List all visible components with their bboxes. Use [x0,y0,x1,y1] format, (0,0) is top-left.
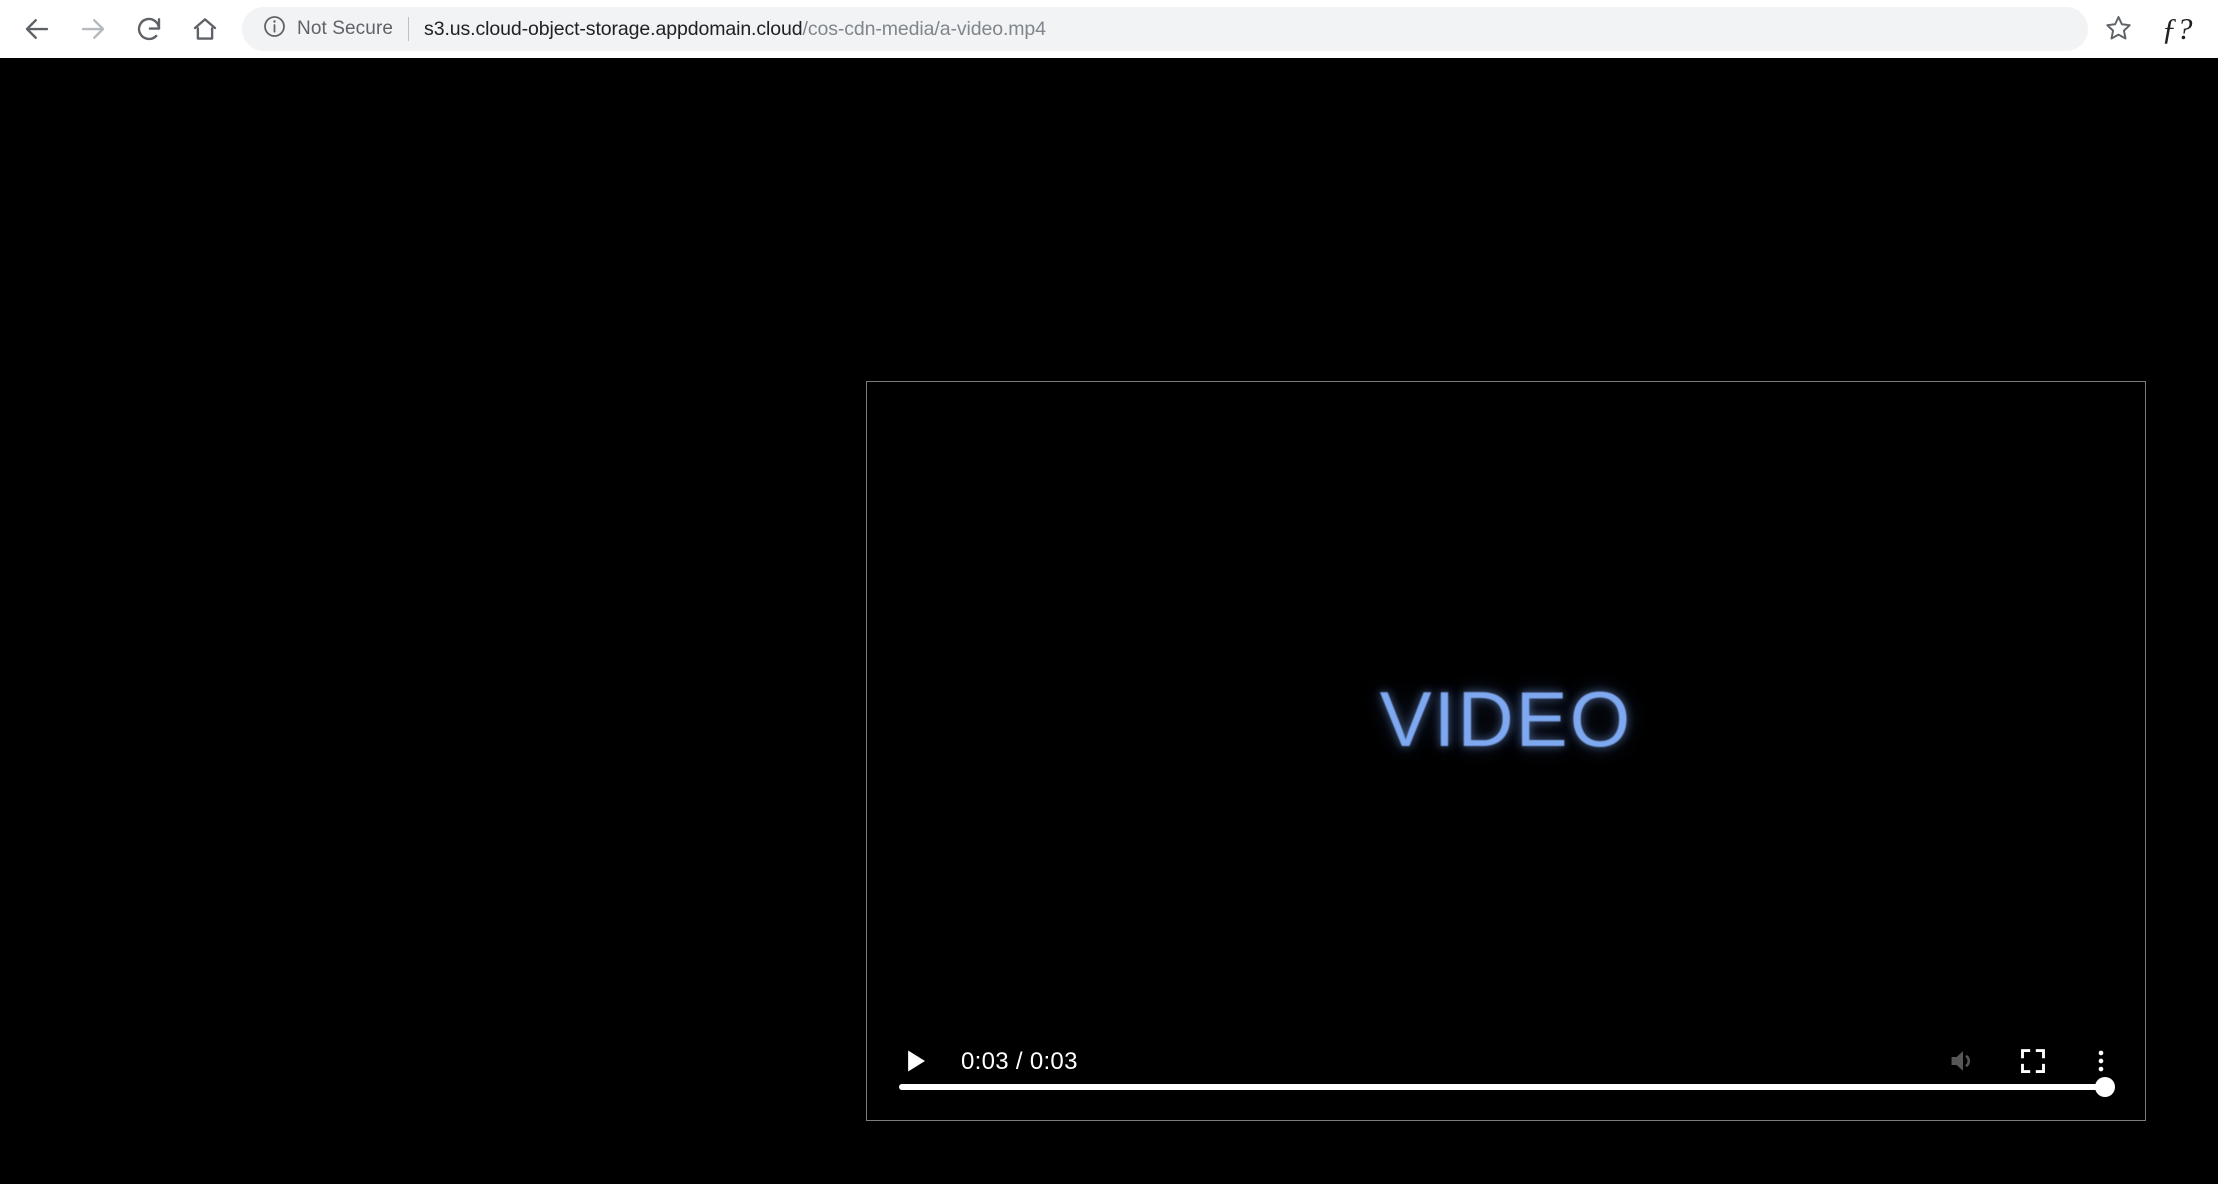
seek-slider[interactable] [899,1077,2115,1097]
video-frame-title: VIDEO [1379,675,1633,763]
time-display: 0:03 / 0:03 [961,1048,1078,1075]
reload-button[interactable] [126,6,172,52]
info-circle-icon [262,14,287,44]
reload-icon [134,14,164,44]
seek-thumb[interactable] [2095,1077,2115,1097]
omnibox-divider [408,17,410,41]
extension-button[interactable]: ƒ? [2150,6,2204,52]
fullscreen-button[interactable] [2011,1040,2055,1084]
back-arrow-icon [22,14,52,44]
video-controls-bar: 0:03 / 0:03 [867,996,2145,1120]
fullscreen-icon [2018,1046,2048,1079]
star-icon [2104,13,2133,45]
back-button[interactable] [14,6,60,52]
page-viewport: VIDEO 0:03 / 0:03 [0,58,2218,1184]
address-bar[interactable]: Not Secure s3.us.cloud-object-storage.ap… [242,7,2088,51]
bookmark-button[interactable] [2094,7,2142,51]
overflow-menu-icon [2087,1047,2115,1078]
url-host: s3.us.cloud-object-storage.appdomain.clo… [424,17,803,40]
browser-toolbar: Not Secure s3.us.cloud-object-storage.ap… [0,0,2218,58]
seek-progress-fill [899,1084,2113,1090]
url-text: s3.us.cloud-object-storage.appdomain.clo… [424,18,1046,41]
play-icon [900,1046,930,1079]
home-icon [190,14,220,44]
forward-arrow-icon [78,14,108,44]
security-status-text: Not Secure [297,18,394,39]
mute-button[interactable] [1941,1040,1985,1084]
url-path: /cos-cdn-media/a-video.mp4 [802,17,1046,40]
video-player[interactable]: VIDEO 0:03 / 0:03 [866,381,2146,1121]
home-button[interactable] [182,6,228,52]
play-button[interactable] [893,1040,937,1084]
volume-icon [1947,1045,1979,1080]
forward-button[interactable] [70,6,116,52]
site-security-chip[interactable]: Not Secure [262,14,393,44]
